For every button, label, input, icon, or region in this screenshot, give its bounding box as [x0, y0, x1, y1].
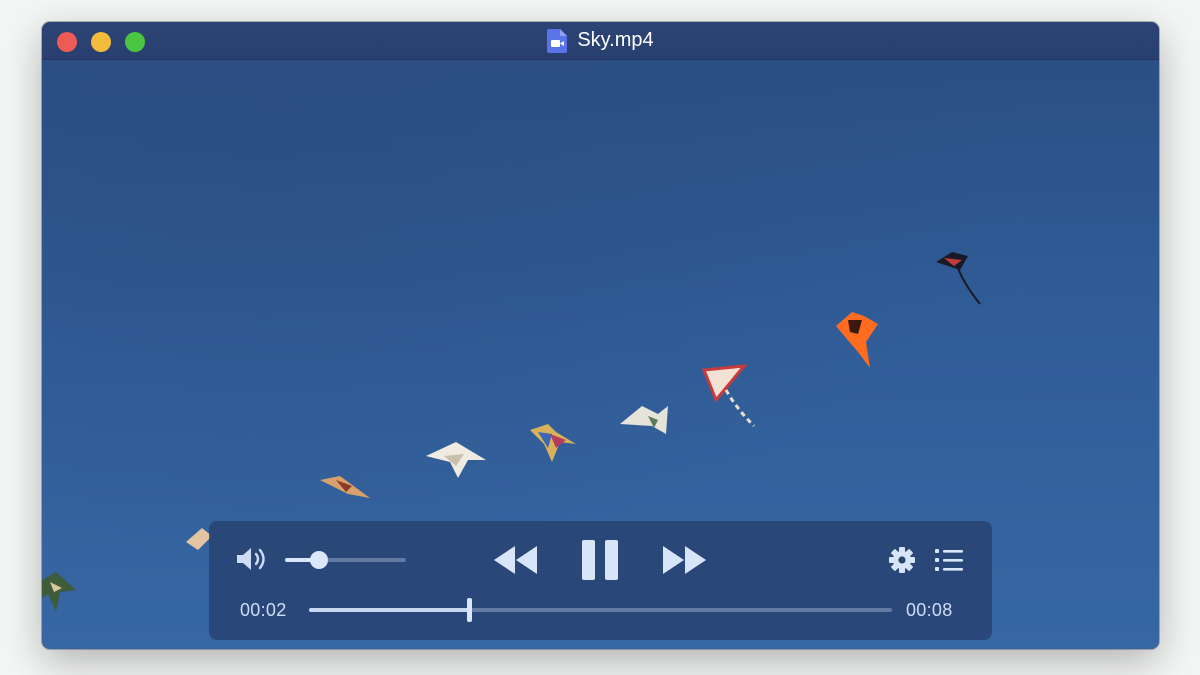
seek-thumb[interactable] [467, 598, 473, 622]
gear-icon [889, 547, 915, 573]
kite-small-brown [320, 476, 370, 498]
pause-button[interactable] [581, 539, 619, 581]
list-icon [935, 549, 963, 571]
video-frame[interactable]: 00:02 00:08 [42, 60, 1159, 649]
kite-striped [702, 364, 756, 428]
title-bar[interactable]: Sky.mp4 [42, 22, 1159, 60]
total-time: 00:08 [906, 600, 953, 620]
seek-fill [309, 608, 470, 612]
kite-edge-green [42, 572, 76, 612]
rewind-button[interactable] [493, 545, 539, 575]
rewind-icon [494, 546, 537, 574]
fast-forward-button[interactable] [661, 545, 707, 575]
window-controls [57, 32, 145, 52]
playback-controls-panel: 00:02 00:08 [209, 521, 992, 640]
volume-slider[interactable] [285, 551, 406, 569]
current-time: 00:02 [240, 600, 287, 620]
player-window: Sky.mp4 00:02 00:08 [42, 22, 1159, 649]
pause-icon [582, 540, 618, 580]
minimize-window-button[interactable] [91, 32, 111, 52]
speaker-icon[interactable] [235, 545, 269, 573]
seek-bar[interactable] [309, 598, 892, 622]
kite-black [936, 252, 981, 305]
close-window-button[interactable] [57, 32, 77, 52]
settings-button[interactable] [889, 547, 915, 573]
window-title-text: Sky.mp4 [577, 29, 654, 51]
kite-rainbow [530, 424, 576, 462]
volume-thumb[interactable] [309, 551, 328, 569]
video-file-icon [547, 28, 568, 53]
kite-orange [836, 312, 878, 368]
kite-white-bird [620, 406, 668, 434]
window-title: Sky.mp4 [547, 28, 654, 53]
kite-white-diamond [426, 442, 486, 478]
zoom-window-button[interactable] [125, 32, 145, 52]
playlist-button[interactable] [935, 548, 963, 572]
fast-forward-icon [663, 546, 706, 574]
